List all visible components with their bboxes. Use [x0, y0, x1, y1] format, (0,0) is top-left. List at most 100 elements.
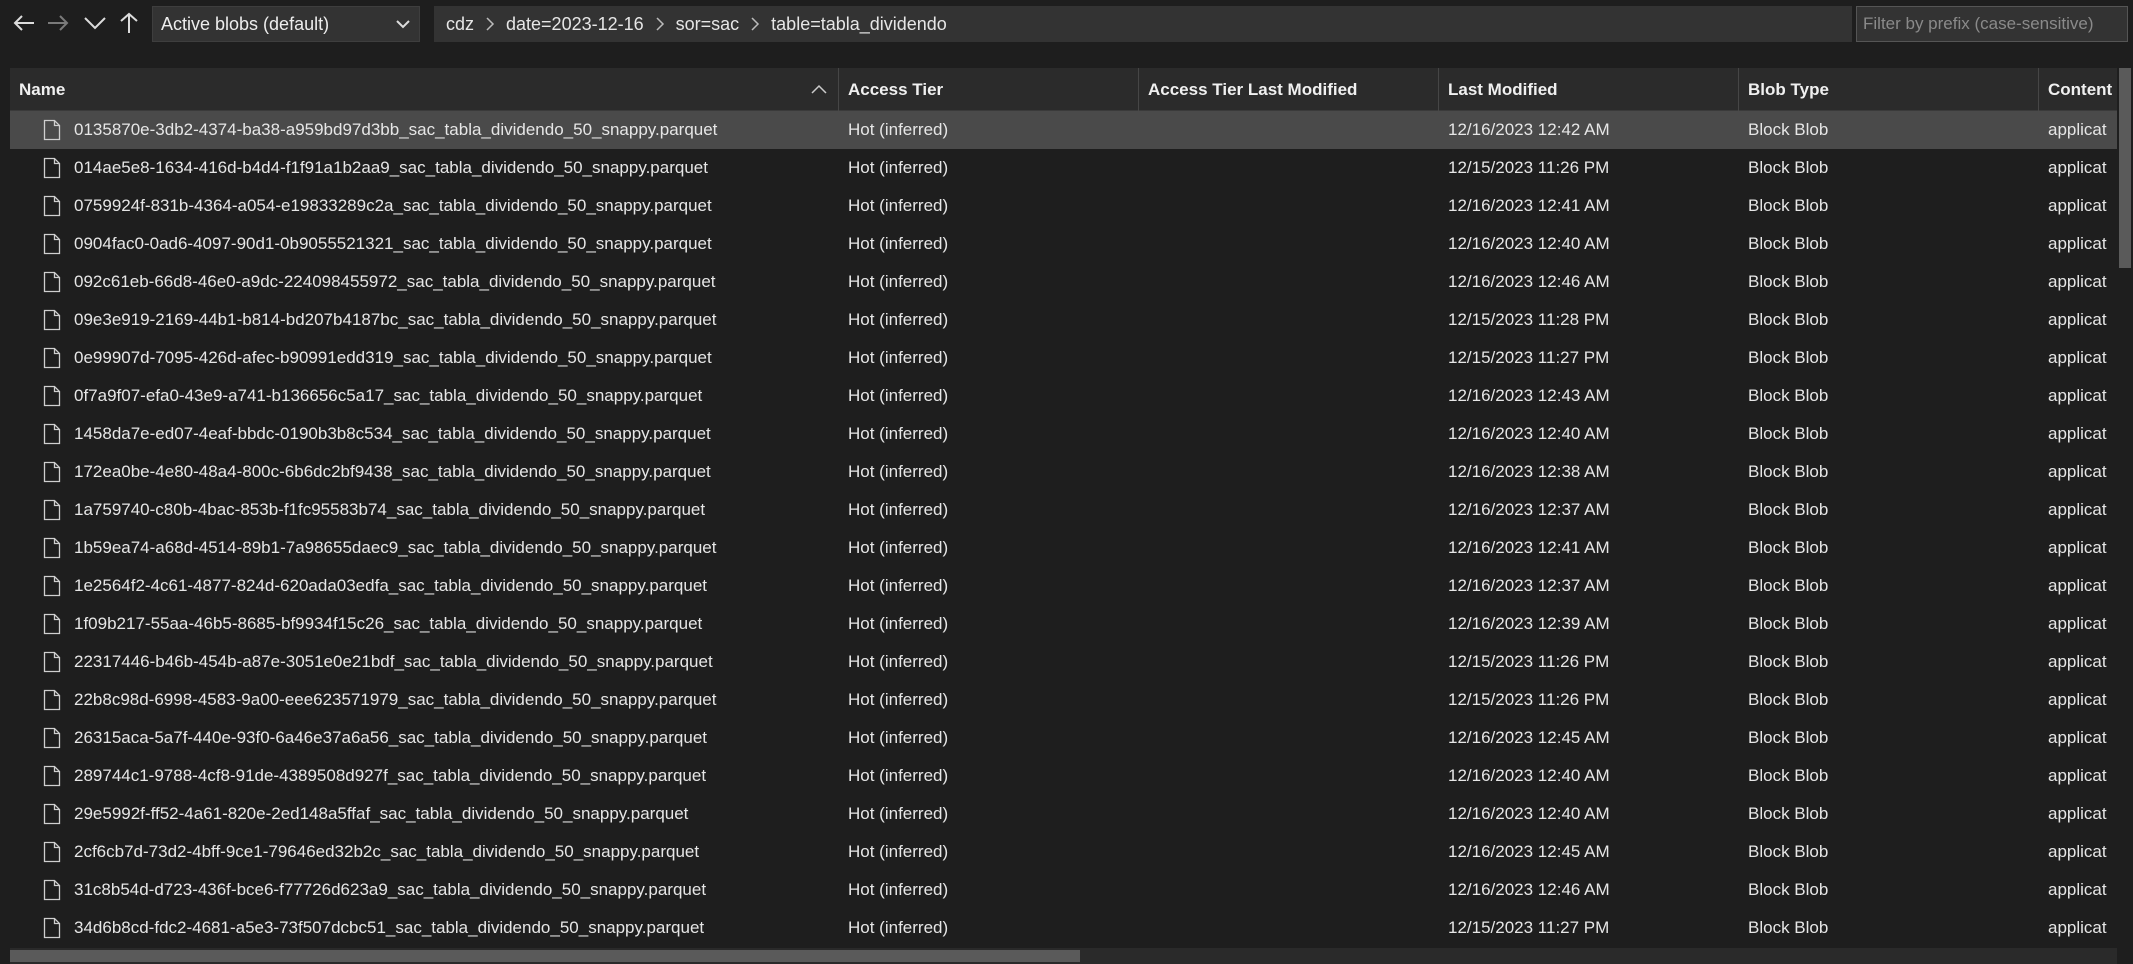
cell-blob-type: Block Blob [1748, 158, 1829, 177]
forward-button[interactable] [42, 6, 74, 40]
cell-blob-type: Block Blob [1748, 918, 1829, 937]
file-icon [43, 461, 61, 483]
cell-name: 172ea0be-4e80-48a4-800c-6b6dc2bf9438_sac… [10, 453, 839, 491]
column-header-row: Name Access Tier Access Tier Last Modifi… [10, 68, 2133, 111]
cell-last-modified: 12/16/2023 12:40 AM [1448, 804, 1610, 823]
cell-last-modified: 12/15/2023 11:26 PM [1448, 652, 1610, 671]
cell-blob-type: Block Blob [1748, 386, 1829, 405]
table-row[interactable]: 34d6b8cd-fdc2-4681-a5e3-73f507dcbc51_sac… [10, 909, 2133, 947]
cell-access-tier-last-modified [1139, 681, 1439, 719]
blob-name: 0f7a9f07-efa0-43e9-a741-b136656c5a17_sac… [74, 386, 703, 405]
blob-name: 1b59ea74-a68d-4514-89b1-7a98655daec9_sac… [74, 538, 717, 557]
table-row[interactable]: 1e2564f2-4c61-4877-824d-620ada03edfa_sac… [10, 567, 2133, 605]
cell-access-tier-last-modified [1139, 529, 1439, 567]
blob-name: 0e99907d-7095-426d-afec-b90991edd319_sac… [74, 348, 712, 367]
cell-access-tier: Hot (inferred) [848, 880, 949, 899]
cell-name: 0135870e-3db2-4374-ba38-a959bd97d3bb_sac… [10, 111, 839, 149]
breadcrumb-item[interactable]: date=2023-12-16 [506, 14, 644, 35]
table-row[interactable]: 09e3e919-2169-44b1-b814-bd207b4187bc_sac… [10, 301, 2133, 339]
column-header-access-tier[interactable]: Access Tier [839, 68, 1139, 111]
blob-name: 289744c1-9788-4cf8-91de-4389508d927f_sac… [74, 766, 707, 785]
column-header-access-tier-last-modified[interactable]: Access Tier Last Modified [1139, 68, 1439, 111]
cell-last-modified: 12/16/2023 12:40 AM [1448, 766, 1610, 785]
cell-last-modified: 12/16/2023 12:40 AM [1448, 424, 1610, 443]
file-icon [43, 537, 61, 559]
file-icon [43, 233, 61, 255]
file-icon [43, 385, 61, 407]
filter-prefix-input[interactable] [1856, 6, 2128, 42]
column-header-label: Content [2048, 79, 2113, 99]
file-icon [43, 841, 61, 863]
cell-access-tier-last-modified [1139, 453, 1439, 491]
cell-blob-type: Block Blob [1748, 234, 1829, 253]
table-row[interactable]: 092c61eb-66d8-46e0-a9dc-224098455972_sac… [10, 263, 2133, 301]
back-button[interactable] [8, 6, 40, 40]
cell-access-tier-last-modified [1139, 301, 1439, 339]
blob-name: 172ea0be-4e80-48a4-800c-6b6dc2bf9438_sac… [74, 462, 711, 481]
cell-name: 1e2564f2-4c61-4877-824d-620ada03edfa_sac… [10, 567, 839, 605]
table-row[interactable]: 289744c1-9788-4cf8-91de-4389508d927f_sac… [10, 757, 2133, 795]
column-header-label: Name [19, 79, 66, 99]
cell-access-tier-last-modified [1139, 415, 1439, 453]
cell-name: 289744c1-9788-4cf8-91de-4389508d927f_sac… [10, 757, 839, 795]
table-row[interactable]: 1b59ea74-a68d-4514-89b1-7a98655daec9_sac… [10, 529, 2133, 567]
view-filter-dropdown[interactable]: Active blobs (default) [152, 6, 420, 42]
cell-access-tier-last-modified [1139, 149, 1439, 187]
cell-access-tier-last-modified [1139, 643, 1439, 681]
cell-last-modified: 12/15/2023 11:26 PM [1448, 690, 1610, 709]
file-icon [43, 689, 61, 711]
cell-last-modified: 12/16/2023 12:43 AM [1448, 386, 1610, 405]
cell-access-tier: Hot (inferred) [848, 690, 949, 709]
cell-name: 26315aca-5a7f-440e-93f0-6a46e37a6a56_sac… [10, 719, 839, 757]
cell-access-tier-last-modified [1139, 225, 1439, 263]
blob-name: 29e5992f-ff52-4a61-820e-2ed148a5ffaf_sac… [74, 804, 689, 823]
blob-name: 0135870e-3db2-4374-ba38-a959bd97d3bb_sac… [74, 120, 718, 139]
table-row[interactable]: 22317446-b46b-454b-a87e-3051e0e21bdf_sac… [10, 643, 2133, 681]
table-row[interactable]: 2cf6cb7d-73d2-4bff-9ce1-79646ed32b2c_sac… [10, 833, 2133, 871]
cell-name: 092c61eb-66d8-46e0-a9dc-224098455972_sac… [10, 263, 839, 301]
column-header-name[interactable]: Name [10, 68, 839, 111]
column-header-last-modified[interactable]: Last Modified [1439, 68, 1739, 111]
column-header-label: Blob Type [1748, 79, 1829, 99]
cell-access-tier: Hot (inferred) [848, 500, 949, 519]
horizontal-scrollbar-thumb[interactable] [10, 950, 1080, 962]
table-row[interactable]: 014ae5e8-1634-416d-b4d4-f1f91a1b2aa9_sac… [10, 149, 2133, 187]
table-row[interactable]: 22b8c98d-6998-4583-9a00-eee623571979_sac… [10, 681, 2133, 719]
cell-name: 014ae5e8-1634-416d-b4d4-f1f91a1b2aa9_sac… [10, 149, 839, 187]
table-row[interactable]: 1a759740-c80b-4bac-853b-f1fc95583b74_sac… [10, 491, 2133, 529]
table-row[interactable]: 172ea0be-4e80-48a4-800c-6b6dc2bf9438_sac… [10, 453, 2133, 491]
cell-access-tier: Hot (inferred) [848, 462, 949, 481]
cell-name: 09e3e919-2169-44b1-b814-bd207b4187bc_sac… [10, 301, 839, 339]
cell-access-tier: Hot (inferred) [848, 842, 949, 861]
file-icon [43, 613, 61, 635]
breadcrumb-item[interactable]: sor=sac [676, 14, 740, 35]
table-row[interactable]: 0e99907d-7095-426d-afec-b90991edd319_sac… [10, 339, 2133, 377]
cell-access-tier: Hot (inferred) [848, 766, 949, 785]
cell-blob-type: Block Blob [1748, 120, 1829, 139]
table-row[interactable]: 0904fac0-0ad6-4097-90d1-0b9055521321_sac… [10, 225, 2133, 263]
breadcrumb-item[interactable]: cdz [446, 14, 474, 35]
vertical-scrollbar-thumb[interactable] [2119, 68, 2131, 268]
table-row[interactable]: 0f7a9f07-efa0-43e9-a741-b136656c5a17_sac… [10, 377, 2133, 415]
cell-last-modified: 12/16/2023 12:46 AM [1448, 880, 1610, 899]
cell-name: 0904fac0-0ad6-4097-90d1-0b9055521321_sac… [10, 225, 839, 263]
arrow-up-icon [120, 12, 138, 33]
cell-blob-type: Block Blob [1748, 690, 1829, 709]
table-row[interactable]: 1458da7e-ed07-4eaf-bbdc-0190b3b8c534_sac… [10, 415, 2133, 453]
table-row[interactable]: 29e5992f-ff52-4a61-820e-2ed148a5ffaf_sac… [10, 795, 2133, 833]
cell-access-tier-last-modified [1139, 567, 1439, 605]
table-row[interactable]: 31c8b54d-d723-436f-bce6-f77726d623a9_sac… [10, 871, 2133, 909]
table-row[interactable]: 26315aca-5a7f-440e-93f0-6a46e37a6a56_sac… [10, 719, 2133, 757]
blob-name: 34d6b8cd-fdc2-4681-a5e3-73f507dcbc51_sac… [74, 918, 705, 937]
up-button[interactable] [113, 6, 145, 40]
table-row[interactable]: 0759924f-831b-4364-a054-e19833289c2a_sac… [10, 187, 2133, 225]
table-row[interactable]: 1f09b217-55aa-46b5-8685-bf9934f15c26_sac… [10, 605, 2133, 643]
cell-last-modified: 12/16/2023 12:38 AM [1448, 462, 1610, 481]
expand-button[interactable] [79, 6, 111, 40]
cell-name: 0f7a9f07-efa0-43e9-a741-b136656c5a17_sac… [10, 377, 839, 415]
table-row[interactable]: 0135870e-3db2-4374-ba38-a959bd97d3bb_sac… [10, 111, 2133, 149]
cell-blob-type: Block Blob [1748, 614, 1829, 633]
breadcrumb-item[interactable]: table=tabla_dividendo [771, 14, 947, 35]
column-header-blob-type[interactable]: Blob Type [1739, 68, 2039, 111]
arrow-left-icon [13, 15, 34, 31]
